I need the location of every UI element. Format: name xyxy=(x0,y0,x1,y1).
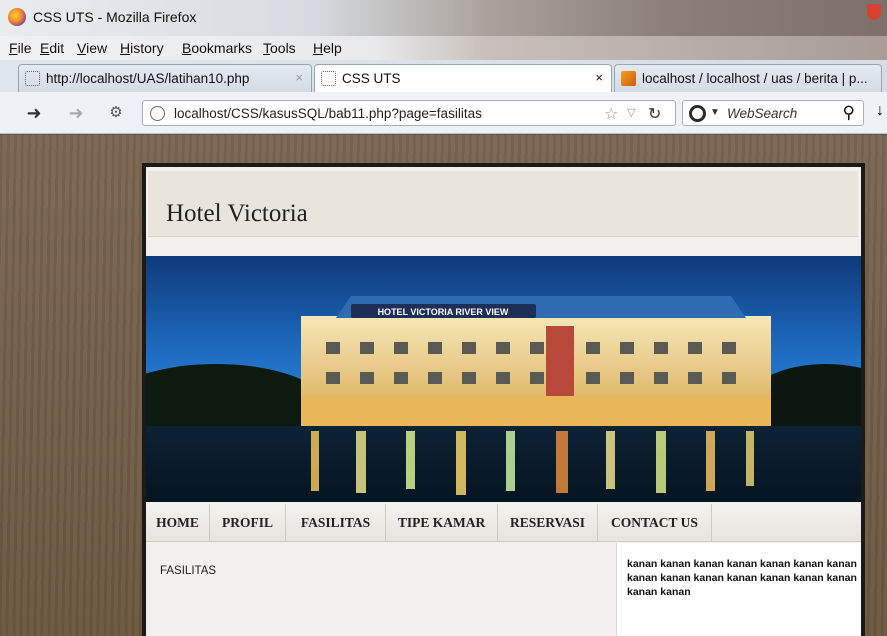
window-title: CSS UTS - Mozilla Firefox xyxy=(33,9,197,25)
address-bar[interactable]: localhost/CSS/kasusSQL/bab11.php?page=fa… xyxy=(142,100,676,126)
tab-phpmyadmin[interactable]: localhost / localhost / uas / berita | p… xyxy=(614,64,882,92)
right-sidebar: kanan kanan kanan kanan kanan kanan kana… xyxy=(616,543,861,636)
address-url[interactable]: localhost/CSS/kasusSQL/bab11.php?page=fa… xyxy=(174,106,482,121)
tab-label: CSS UTS xyxy=(342,71,401,86)
engine-dropdown-icon[interactable]: ▼ xyxy=(710,107,720,118)
security-shield-icon[interactable] xyxy=(867,4,881,20)
hotel-banner-image: HOTEL VICTORIA RIVER VIEW xyxy=(146,256,861,502)
menu-edit[interactable]: Edit xyxy=(40,40,64,56)
navigation-toolbar: ➜ ➜ ⚙ localhost/CSS/kasusSQL/bab11.php?p… xyxy=(0,92,887,134)
nav-profil[interactable]: PROFIL xyxy=(210,504,286,542)
phpmyadmin-icon xyxy=(621,71,636,86)
reload-icon[interactable]: ↻ xyxy=(648,104,661,124)
addons-gears-icon[interactable]: ⚙ xyxy=(104,101,128,125)
page-viewport: Hotel Victoria HOTEL VICTORIA RIVER VIEW… xyxy=(0,135,887,636)
site-navigation: HOME PROFIL FASILITAS TIPE KAMAR RESERVA… xyxy=(146,504,861,542)
nav-contact-us[interactable]: CONTACT US xyxy=(598,504,712,542)
site-frame: Hotel Victoria HOTEL VICTORIA RIVER VIEW… xyxy=(142,163,865,636)
window-title-bar: CSS UTS - Mozilla Firefox xyxy=(0,0,887,36)
nav-tipe-kamar[interactable]: TIPE KAMAR xyxy=(386,504,498,542)
search-placeholder[interactable]: WebSearch xyxy=(727,106,797,121)
tab-strip: http://localhost/UAS/latihan10.php × CSS… xyxy=(0,60,887,92)
menu-view[interactable]: View xyxy=(77,40,107,56)
menu-history[interactable]: History xyxy=(120,40,164,56)
back-arrow-icon[interactable]: ➜ xyxy=(22,101,46,125)
sidebar-text: kanan kanan kanan kanan kanan kanan kana… xyxy=(627,558,857,598)
tab-label: http://localhost/UAS/latihan10.php xyxy=(46,71,250,86)
banner-sign-text: HOTEL VICTORIA RIVER VIEW xyxy=(378,307,509,317)
nav-fasilitas[interactable]: FASILITAS xyxy=(286,504,386,542)
history-dropdown-icon[interactable]: ▽ xyxy=(627,106,635,119)
menu-file[interactable]: File xyxy=(9,40,32,56)
menu-tools[interactable]: Tools xyxy=(263,40,296,56)
globe-icon xyxy=(150,106,165,121)
main-content: FASILITAS xyxy=(146,543,616,636)
firefox-icon xyxy=(8,8,26,26)
more-tools-arrow-icon[interactable]: ↓ xyxy=(876,102,884,120)
page-icon xyxy=(25,71,40,86)
menu-bar: File Edit View History Bookmarks Tools H… xyxy=(0,36,887,60)
close-tab-icon[interactable]: × xyxy=(295,70,303,85)
close-tab-icon[interactable]: × xyxy=(595,70,603,85)
menu-help[interactable]: Help xyxy=(313,40,342,56)
nav-reservasi[interactable]: RESERVASI xyxy=(498,504,598,542)
tab-css-uts[interactable]: CSS UTS × xyxy=(314,64,612,92)
bookmark-star-icon[interactable]: ☆ xyxy=(604,104,618,124)
site-header: Hotel Victoria xyxy=(148,171,858,237)
search-engine-icon[interactable] xyxy=(689,105,706,122)
menu-bookmarks[interactable]: Bookmarks xyxy=(182,40,252,56)
site-container: Hotel Victoria HOTEL VICTORIA RIVER VIEW… xyxy=(146,167,861,636)
search-icon[interactable]: ⚲ xyxy=(843,103,855,123)
search-box[interactable]: ▼ WebSearch ⚲ xyxy=(682,100,864,126)
page-icon xyxy=(321,71,336,86)
tab-latihan10[interactable]: http://localhost/UAS/latihan10.php × xyxy=(18,64,312,92)
site-title: Hotel Victoria xyxy=(166,200,308,227)
forward-arrow-icon[interactable]: ➜ xyxy=(64,101,88,125)
content-heading: FASILITAS xyxy=(160,565,217,577)
tab-label: localhost / localhost / uas / berita | p… xyxy=(642,71,868,86)
nav-home[interactable]: HOME xyxy=(146,504,210,542)
